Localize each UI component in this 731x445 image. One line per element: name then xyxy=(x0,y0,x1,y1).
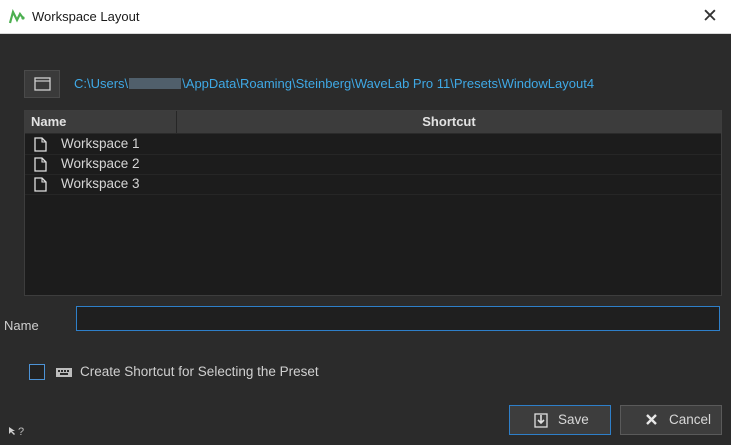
folder-button[interactable] xyxy=(24,70,60,98)
shortcut-checkbox-label[interactable]: Create Shortcut for Selecting the Preset xyxy=(80,361,319,383)
preset-path[interactable]: C:\Users\ \AppData\Roaming\Steinberg\Wave… xyxy=(74,70,594,98)
column-shortcut-header[interactable]: Shortcut xyxy=(177,111,721,133)
list-item-label: Workspace 2 xyxy=(61,156,140,171)
wavelab-logo-icon xyxy=(8,9,25,24)
name-label: Name xyxy=(4,318,39,333)
help-cursor-icon[interactable]: ? xyxy=(8,426,24,438)
preset-list[interactable]: Name Shortcut Workspace 1 Workspace 2 Wo… xyxy=(24,110,722,296)
column-name-header[interactable]: Name xyxy=(25,111,177,133)
document-icon xyxy=(34,177,47,192)
keyboard-icon xyxy=(56,368,72,377)
cancel-x-icon xyxy=(646,414,657,425)
save-icon xyxy=(534,413,548,428)
dialog-body: C:\Users\ \AppData\Roaming\Steinberg\Wave… xyxy=(0,34,731,445)
redacted-username xyxy=(129,78,182,89)
list-header: Name Shortcut xyxy=(25,111,721,134)
list-item-label: Workspace 1 xyxy=(61,136,140,151)
folder-icon xyxy=(34,77,51,91)
shortcut-checkbox[interactable] xyxy=(29,364,45,380)
list-item[interactable]: Workspace 2 xyxy=(25,154,721,175)
list-item[interactable]: Workspace 1 xyxy=(25,134,721,155)
cancel-button-label: Cancel xyxy=(669,412,712,427)
name-input[interactable] xyxy=(76,306,720,331)
path-suffix: \AppData\Roaming\Steinberg\WaveLab Pro 1… xyxy=(182,76,595,91)
window-title: Workspace Layout xyxy=(32,9,140,24)
help-symbol: ? xyxy=(18,426,25,438)
title-bar: Workspace Layout ✕ xyxy=(0,0,731,34)
cancel-button[interactable]: Cancel xyxy=(620,405,722,435)
save-button[interactable]: Save xyxy=(509,405,611,435)
close-button[interactable]: ✕ xyxy=(695,0,725,34)
document-icon xyxy=(34,137,47,152)
list-item[interactable]: Workspace 3 xyxy=(25,174,721,195)
save-button-label: Save xyxy=(558,412,589,427)
list-item-label: Workspace 3 xyxy=(61,176,140,191)
document-icon xyxy=(34,157,47,172)
path-prefix: C:\Users\ xyxy=(74,76,129,91)
